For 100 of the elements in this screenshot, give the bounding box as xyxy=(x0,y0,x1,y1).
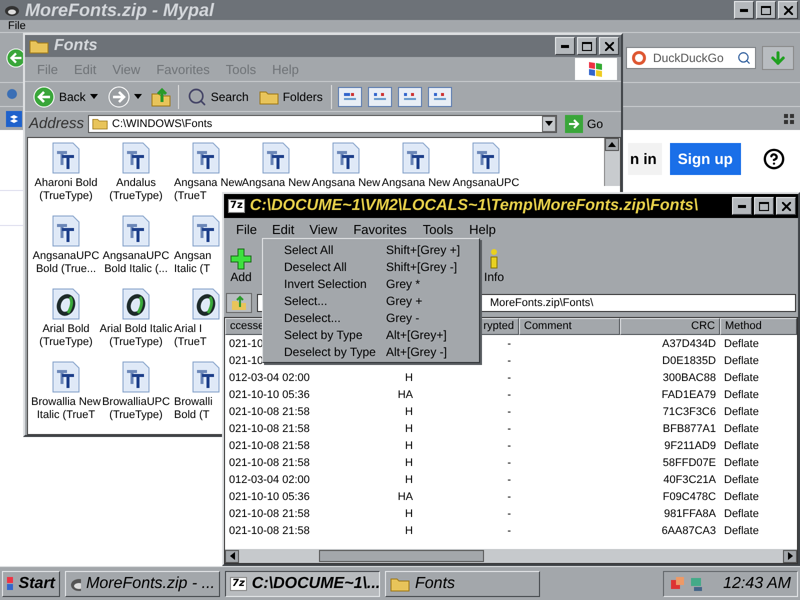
font-name[interactable]: Arial Bold Italic xyxy=(100,323,172,336)
menu-item[interactable]: Deselect by Type Alt+[Grey -] xyxy=(263,343,479,360)
font-file-icon[interactable] xyxy=(471,142,501,174)
column-header[interactable]: Comment xyxy=(519,318,620,335)
font-file-icon[interactable] xyxy=(51,142,81,174)
font-name[interactable]: Angsana New xyxy=(312,177,380,190)
scrollbar[interactable] xyxy=(604,138,620,186)
font-file-icon[interactable] xyxy=(261,142,291,174)
font-name[interactable]: Angsan xyxy=(174,250,212,263)
font-file-icon[interactable] xyxy=(191,288,221,320)
table-cell-text: Deflate xyxy=(723,338,760,350)
menu-item[interactable]: Deselect All Shift+[Grey -] xyxy=(263,258,479,275)
archive-maximize-button[interactable] xyxy=(754,197,774,215)
network-icon[interactable] xyxy=(689,576,705,592)
menu-item[interactable]: Edit xyxy=(264,220,302,238)
grid-icon[interactable] xyxy=(784,114,794,124)
font-name[interactable]: Angsana New xyxy=(382,177,450,190)
font-name[interactable]: Andalus xyxy=(116,177,156,190)
font-name[interactable]: Arial I xyxy=(174,323,202,336)
menu-item[interactable]: Tools xyxy=(414,218,462,240)
view-button[interactable] xyxy=(398,86,422,106)
font-file-icon[interactable] xyxy=(51,288,81,320)
font-name[interactable]: (TrueT xyxy=(174,336,207,349)
toolbar-button[interactable]: Info xyxy=(484,248,504,284)
font-name[interactable]: (TrueType) xyxy=(109,190,163,203)
font-name[interactable]: Arial Bold xyxy=(42,323,90,336)
view-button[interactable] xyxy=(428,86,452,106)
font-name[interactable]: Bold (True... xyxy=(36,263,96,276)
view-button[interactable] xyxy=(338,86,362,106)
font-name[interactable]: (TrueType) xyxy=(109,409,163,422)
menu-item[interactable]: Invert Selection Grey * xyxy=(263,275,479,292)
archive-close-button[interactable] xyxy=(776,197,796,215)
taskbar-button[interactable]: MoreFonts.zip - ... xyxy=(65,570,220,596)
menu-item[interactable]: File xyxy=(4,20,30,32)
font-name[interactable]: AngsanaUPC xyxy=(102,250,170,263)
font-file-icon[interactable] xyxy=(191,361,221,393)
dropdown-button[interactable] xyxy=(542,116,556,132)
menu-item[interactable]: Select All Shift+[Grey +] xyxy=(263,241,479,258)
font-file-icon[interactable] xyxy=(51,361,81,393)
go-button[interactable]: Go xyxy=(560,114,617,132)
font-name[interactable]: AngsanaUPC xyxy=(452,177,520,190)
search-button[interactable]: Search xyxy=(184,86,251,106)
menu-item[interactable]: Deselect... Grey - xyxy=(263,309,479,326)
scrollbar[interactable] xyxy=(225,549,797,563)
help-icon[interactable] xyxy=(763,148,785,170)
taskbar-button[interactable]: Fonts xyxy=(385,570,540,596)
font-name[interactable]: Italic (T xyxy=(174,263,210,276)
menu-item[interactable]: Select by Type Alt+[Grey+] xyxy=(263,326,479,343)
font-file-icon[interactable] xyxy=(121,361,151,393)
font-name[interactable]: Browallia New xyxy=(31,396,101,409)
view-button[interactable] xyxy=(368,86,392,106)
font-name[interactable]: (TrueType) xyxy=(39,336,93,349)
font-file-icon[interactable] xyxy=(121,142,151,174)
back-button[interactable]: Back xyxy=(31,86,100,108)
font-name[interactable]: Italic (TrueT xyxy=(36,409,96,422)
menu-item[interactable]: View xyxy=(301,218,346,240)
font-name[interactable]: (TrueType) xyxy=(39,190,93,203)
archive-minimize-button[interactable] xyxy=(732,197,752,215)
sign-in-button[interactable]: n in xyxy=(628,143,662,175)
font-name[interactable]: BrowalliaUPC xyxy=(102,396,170,409)
column-header[interactable]: CRC xyxy=(620,318,720,335)
font-file-icon[interactable] xyxy=(401,142,431,174)
font-file-icon[interactable] xyxy=(191,215,221,247)
toolbar-button[interactable]: Add xyxy=(230,248,252,284)
font-name[interactable]: Angsana New xyxy=(242,177,310,190)
font-file-icon[interactable] xyxy=(51,215,81,247)
menu-item[interactable]: Favorites xyxy=(345,218,415,240)
browser-close-button[interactable] xyxy=(778,1,798,19)
font-name[interactable]: (TrueType) xyxy=(109,336,163,349)
browser-maximize-button[interactable] xyxy=(756,1,776,19)
browser-minimize-button[interactable] xyxy=(734,1,754,19)
address-field[interactable]: C:\WINDOWS\Fonts xyxy=(88,114,557,132)
font-file-icon[interactable] xyxy=(121,215,151,247)
search-field[interactable]: DuckDuckGo xyxy=(626,46,756,68)
taskbar-button[interactable]: 7z C:\DOCUME~1\... xyxy=(225,570,380,596)
folder-maximize-button[interactable] xyxy=(577,37,597,55)
menu-item[interactable]: Select... Grey + xyxy=(263,292,479,309)
sign-up-button[interactable]: Sign up xyxy=(670,143,741,175)
font-name[interactable]: (TrueT xyxy=(174,190,207,203)
font-name[interactable]: Bold (T xyxy=(174,409,210,422)
font-name[interactable]: Bold Italic (... xyxy=(104,263,168,276)
font-name[interactable]: Browalli xyxy=(174,396,213,409)
start-button[interactable]: Start xyxy=(2,570,60,596)
font-name[interactable]: Angsana New xyxy=(174,177,242,190)
box-icon[interactable] xyxy=(6,110,22,126)
folder-close-button[interactable] xyxy=(599,37,619,55)
font-file-icon[interactable] xyxy=(191,142,221,174)
table-cell-text: - xyxy=(506,474,512,486)
menu-item[interactable]: Help xyxy=(461,218,504,240)
folder-minimize-button[interactable] xyxy=(555,37,575,55)
font-file-icon[interactable] xyxy=(331,142,361,174)
font-name[interactable]: Aharoni Bold xyxy=(34,177,98,190)
forward-button[interactable] xyxy=(106,86,144,108)
maximize-icon xyxy=(759,202,769,210)
column-header[interactable]: Method xyxy=(720,318,797,335)
folder-up-button[interactable] xyxy=(226,293,252,313)
menu-item[interactable]: File xyxy=(228,218,265,240)
folders-button[interactable]: Folders xyxy=(256,88,325,104)
font-name[interactable]: AngsanaUPC xyxy=(32,250,100,263)
font-file-icon[interactable] xyxy=(121,288,151,320)
